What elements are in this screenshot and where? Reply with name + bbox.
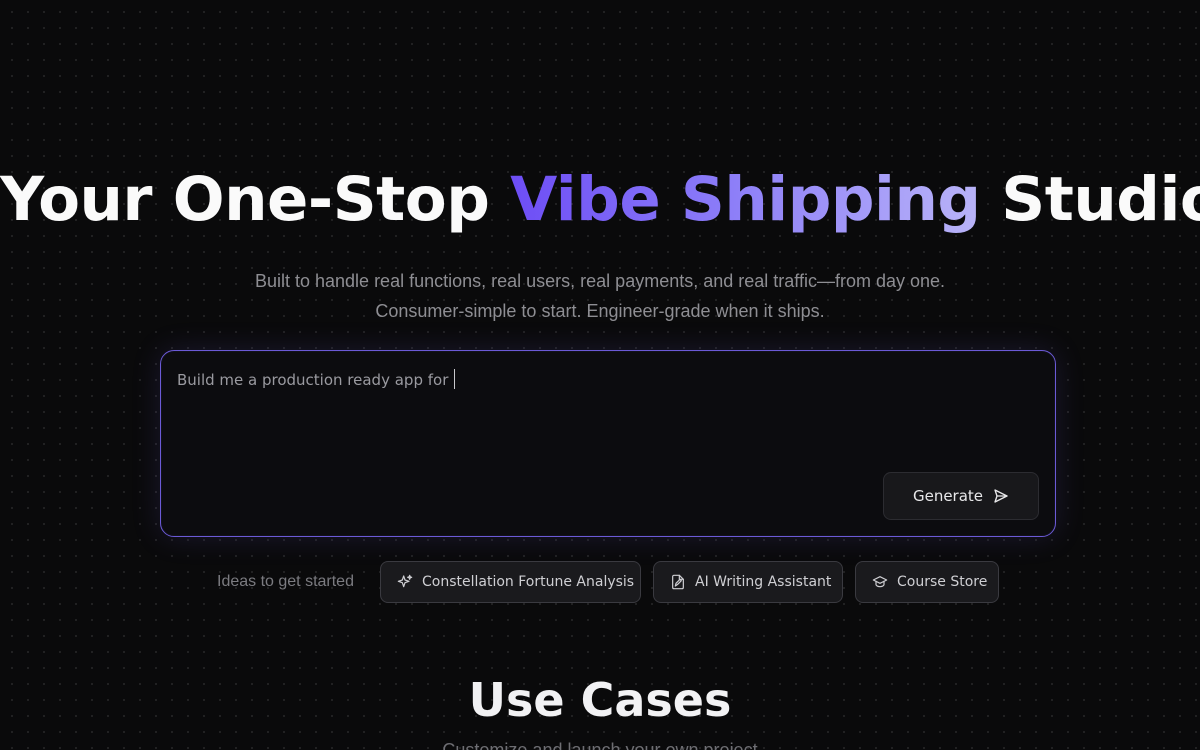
sparkles-icon [397,574,413,588]
hero-title-accent: Vibe Shipping [510,164,981,235]
idea-chip-constellation[interactable]: Constellation Fortune Analysis [380,561,641,603]
hero-title-start: Your One-Stop [0,164,511,235]
hero-title: Your One-Stop Vibe Shipping Studio [0,160,1200,240]
idea-chip-label: Course Store [897,574,988,590]
send-icon [994,489,1008,503]
hero-subtitle: Built to handle real functions, real use… [0,266,1200,326]
prompt-text[interactable]: Build me a production ready app for [177,369,456,389]
idea-chip-course-store[interactable]: Course Store [855,561,999,603]
hero-subtitle-line-2: Consumer-simple to start. Engineer-grade… [375,301,825,321]
generate-button[interactable]: Generate [883,472,1039,520]
idea-chip-label: Constellation Fortune Analysis [422,574,635,590]
prompt-value: Build me a production ready app for [177,371,449,389]
hero-title-end: Studio [980,164,1200,235]
hero-subtitle-line-1: Built to handle real functions, real use… [254,271,946,291]
file-edit-icon [672,574,684,590]
text-caret [454,369,456,389]
graduation-cap-icon [872,576,888,588]
idea-chip-label: AI Writing Assistant [695,574,832,590]
ideas-row: Ideas to get started Constellation Fortu… [0,561,1200,603]
prompt-input[interactable]: Build me a production ready app for Gene… [160,350,1056,537]
generate-label: Generate [912,487,984,505]
page: Your One-Stop Vibe Shipping Studio Built… [0,0,1200,750]
idea-chip-writing-assistant[interactable]: AI Writing Assistant [653,561,843,603]
use-cases-subtitle: Customize and launch your own project [442,740,758,750]
use-cases-title: Use Cases [468,673,732,727]
ideas-label: Ideas to get started [217,573,354,590]
